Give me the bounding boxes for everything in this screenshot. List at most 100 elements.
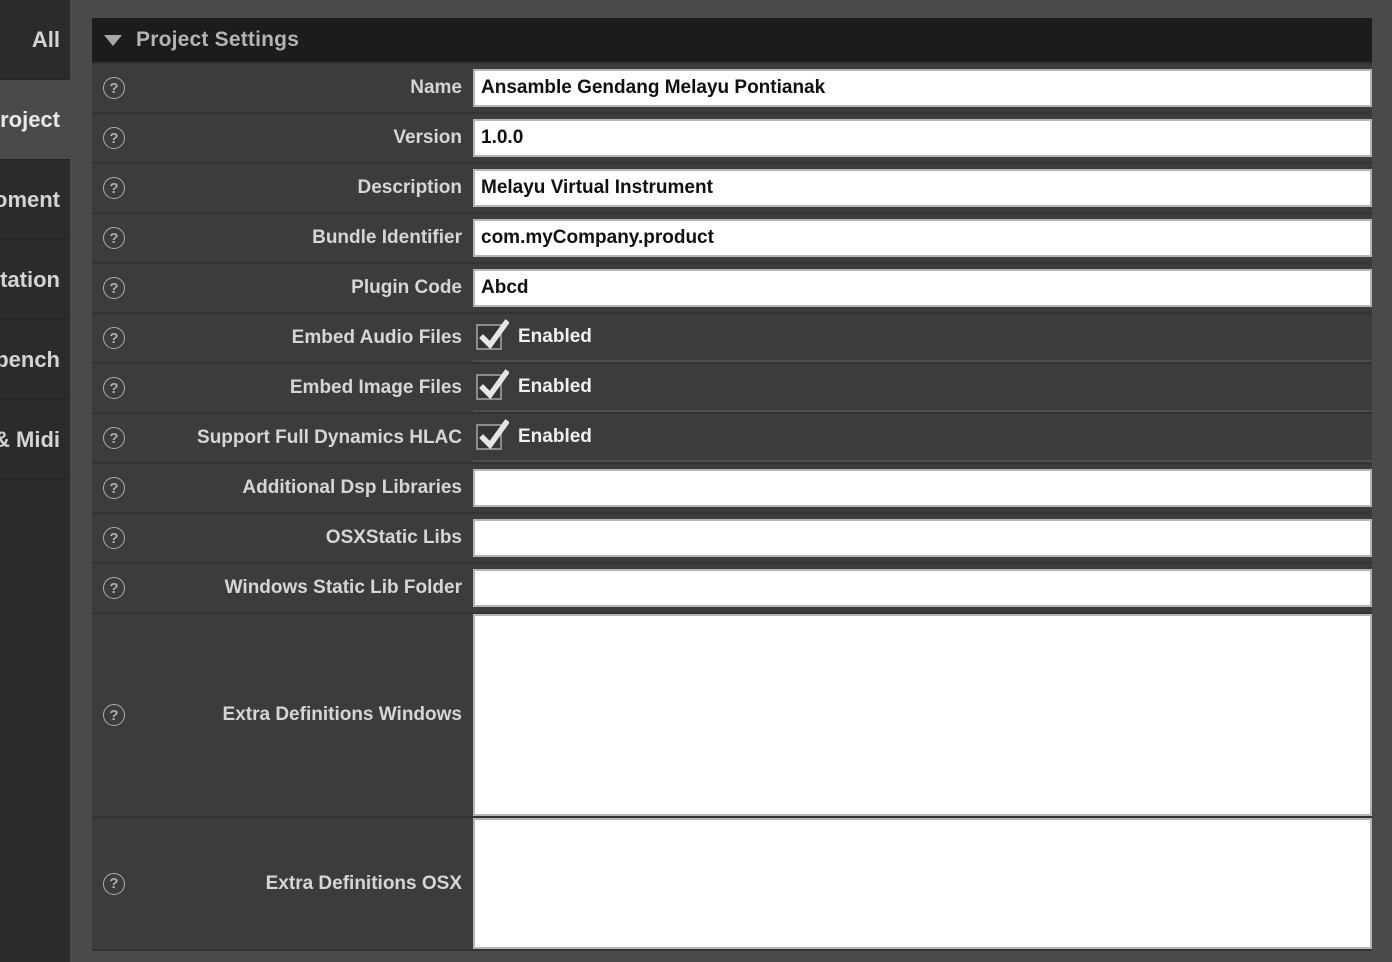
description-input[interactable]: Melayu Virtual Instrument xyxy=(473,169,1372,207)
settings-row-support-full-dynamics-hlac: ? Support Full Dynamics HLAC Enabled xyxy=(92,414,1372,464)
field-label: Support Full Dynamics HLAC xyxy=(197,427,462,448)
sidebar-item-label: All xyxy=(31,26,60,52)
settings-row-version: ? Version 1.0.0 xyxy=(92,114,1372,164)
field-label: Additional Dsp Libraries xyxy=(242,477,462,498)
settings-row-bundle-identifier: ? Bundle Identifier com.myCompany.produc… xyxy=(92,214,1372,264)
help-cell[interactable]: ? xyxy=(92,64,136,112)
checkbox-checked-icon[interactable] xyxy=(476,319,509,350)
sidebar-item-audio-midi[interactable]: & Midi xyxy=(0,400,70,480)
field-label: Version xyxy=(393,127,462,148)
field-value xyxy=(473,818,1372,949)
help-icon[interactable]: ? xyxy=(103,377,125,399)
help-icon[interactable]: ? xyxy=(103,227,125,249)
help-icon[interactable]: ? xyxy=(103,477,125,499)
windows-static-lib-folder-input[interactable] xyxy=(473,569,1372,607)
field-label: Plugin Code xyxy=(351,277,462,298)
help-icon[interactable]: ? xyxy=(103,704,125,726)
settings-row-extra-definitions-windows: ? Extra Definitions Windows xyxy=(92,614,1372,818)
help-cell[interactable]: ? xyxy=(92,564,136,612)
project-settings-panel: Project Settings ? Name Ansamble Gendang… xyxy=(92,18,1372,951)
sidebar-item-documentation[interactable]: tation xyxy=(0,240,70,320)
field-value xyxy=(473,514,1372,562)
settings-row-plugin-code: ? Plugin Code Abcd xyxy=(92,264,1372,314)
collapse-triangle-icon[interactable] xyxy=(104,34,122,46)
settings-row-extra-definitions-osx: ? Extra Definitions OSX xyxy=(92,818,1372,951)
field-label: Bundle Identifier xyxy=(312,227,462,248)
settings-row-embed-image-files: ? Embed Image Files Enabled xyxy=(92,364,1372,414)
sidebar: All roject oment tation bench & Midi xyxy=(0,0,70,962)
field-label: Description xyxy=(357,177,462,198)
settings-row-osxstatic-libs: ? OSXStatic Libs xyxy=(92,514,1372,564)
field-value: 1.0.0 xyxy=(473,114,1372,162)
field-value: com.myCompany.product xyxy=(473,214,1372,262)
settings-row-windows-static-lib-folder: ? Windows Static Lib Folder xyxy=(92,564,1372,614)
settings-row-name: ? Name Ansamble Gendang Melayu Pontianak xyxy=(92,64,1372,114)
field-value: Enabled xyxy=(473,364,1372,412)
field-value: Ansamble Gendang Melayu Pontianak xyxy=(473,64,1372,112)
sidebar-item-label: & Midi xyxy=(0,426,60,452)
help-icon[interactable]: ? xyxy=(103,77,125,99)
page-title: Project Settings xyxy=(136,28,300,51)
field-value xyxy=(473,564,1372,612)
help-cell[interactable]: ? xyxy=(92,264,136,312)
app-root: All roject oment tation bench & Midi Pro… xyxy=(0,0,1392,962)
help-cell[interactable]: ? xyxy=(92,414,136,462)
bundle-identifier-input[interactable]: com.myCompany.product xyxy=(473,219,1372,257)
help-icon[interactable]: ? xyxy=(103,327,125,349)
help-icon[interactable]: ? xyxy=(103,427,125,449)
checkbox-checked-icon[interactable] xyxy=(476,419,509,450)
help-cell[interactable]: ? xyxy=(92,164,136,212)
field-label: Name xyxy=(410,77,462,98)
help-icon[interactable]: ? xyxy=(103,277,125,299)
help-cell[interactable]: ? xyxy=(92,114,136,162)
help-icon[interactable]: ? xyxy=(103,872,125,895)
help-cell[interactable]: ? xyxy=(92,364,136,412)
checkbox-wrap[interactable]: Enabled xyxy=(473,364,1372,412)
settings-row-embed-audio-files: ? Embed Audio Files Enabled xyxy=(92,314,1372,364)
help-cell[interactable]: ? xyxy=(92,514,136,562)
sidebar-item-development[interactable]: oment xyxy=(0,160,70,240)
sidebar-item-label: oment xyxy=(0,186,60,212)
sidebar-item-all[interactable]: All xyxy=(0,0,70,80)
settings-row-description: ? Description Melayu Virtual Instrument xyxy=(92,164,1372,214)
help-cell[interactable]: ? xyxy=(92,214,136,262)
help-icon[interactable]: ? xyxy=(103,577,125,599)
additional-dsp-libraries-input[interactable] xyxy=(473,469,1372,507)
checkbox-checked-icon[interactable] xyxy=(476,369,509,400)
help-cell[interactable]: ? xyxy=(92,464,136,512)
version-input[interactable]: 1.0.0 xyxy=(473,119,1372,157)
field-label: Embed Image Files xyxy=(289,377,462,398)
extra-definitions-osx-textarea[interactable] xyxy=(473,818,1372,949)
help-cell[interactable]: ? xyxy=(92,314,136,362)
checkbox-wrap[interactable]: Enabled xyxy=(473,414,1372,462)
sidebar-item-label: roject xyxy=(0,106,60,132)
field-label: Extra Definitions OSX xyxy=(265,872,462,894)
sidebar-item-label: tation xyxy=(0,266,60,292)
help-icon[interactable]: ? xyxy=(103,177,125,199)
help-cell[interactable]: ? xyxy=(92,818,136,949)
plugin-code-input[interactable]: Abcd xyxy=(473,269,1372,307)
settings-row-additional-dsp-libraries: ? Additional Dsp Libraries xyxy=(92,464,1372,514)
sidebar-item-project[interactable]: roject xyxy=(0,80,70,160)
field-value: Enabled xyxy=(473,314,1372,362)
checkbox-label: Enabled xyxy=(518,426,592,447)
help-icon[interactable]: ? xyxy=(103,527,125,549)
extra-definitions-windows-textarea[interactable] xyxy=(473,614,1372,816)
sidebar-item-label: bench xyxy=(0,346,60,372)
field-label: Extra Definitions Windows xyxy=(222,704,462,725)
checkbox-label: Enabled xyxy=(518,376,592,397)
help-icon[interactable]: ? xyxy=(103,127,125,149)
osxstatic-libs-input[interactable] xyxy=(473,519,1372,557)
sidebar-item-workbench[interactable]: bench xyxy=(0,320,70,400)
field-label: Embed Audio Files xyxy=(291,327,462,348)
name-input[interactable]: Ansamble Gendang Melayu Pontianak xyxy=(473,69,1372,107)
field-value xyxy=(473,464,1372,512)
panel-header[interactable]: Project Settings xyxy=(92,18,1372,64)
help-cell[interactable]: ? xyxy=(92,614,136,816)
field-label: OSXStatic Libs xyxy=(325,527,462,548)
field-value: Enabled xyxy=(473,414,1372,462)
checkbox-wrap[interactable]: Enabled xyxy=(473,314,1372,362)
checkbox-label: Enabled xyxy=(518,326,592,347)
field-value xyxy=(473,614,1372,816)
field-value: Abcd xyxy=(473,264,1372,312)
